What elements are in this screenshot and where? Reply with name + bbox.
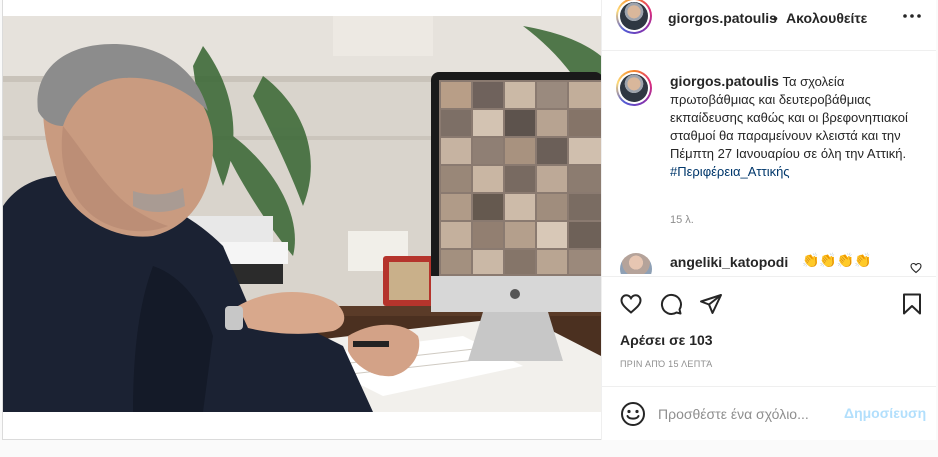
commenter-username[interactable]: angeliki_katopodi bbox=[670, 254, 788, 270]
heart-icon[interactable] bbox=[618, 291, 644, 317]
post-side-panel: giorgos.patoulis • Ακολουθείτε giorgos.p… bbox=[601, 0, 936, 440]
caption-author-avatar[interactable] bbox=[616, 70, 652, 106]
commenter-avatar[interactable] bbox=[620, 253, 652, 274]
caption-author-username[interactable]: giorgos.patoulis bbox=[670, 73, 779, 89]
bookmark-icon[interactable] bbox=[899, 291, 925, 317]
post-timestamp[interactable]: ΠΡΙΝ ΑΠΌ 15 ΛΕΠΤΆ bbox=[620, 359, 713, 369]
likes-count[interactable]: Αρέσει σε 103 bbox=[620, 332, 713, 348]
caption-hashtag[interactable]: #Περιφέρεια_Αττικής bbox=[670, 164, 790, 179]
comment-icon[interactable] bbox=[658, 291, 684, 317]
comment-text: 👏👏👏👏 bbox=[802, 252, 872, 268]
caption-age: 15 λ. bbox=[670, 214, 694, 226]
post-header: giorgos.patoulis • Ακολουθείτε bbox=[602, 0, 936, 51]
post-photo[interactable] bbox=[3, 16, 601, 412]
add-comment-bar: Δημοσίευση bbox=[602, 386, 936, 441]
emoji-icon[interactable] bbox=[620, 401, 646, 427]
following-button[interactable]: Ακολουθείτε bbox=[786, 10, 867, 26]
caption-body: giorgos.patoulis Τα σχολεία πρωτοβάθμιας… bbox=[670, 72, 920, 181]
comment-input[interactable] bbox=[658, 405, 838, 423]
more-options-icon[interactable] bbox=[900, 4, 924, 34]
action-bar: Αρέσει σε 103 ΠΡΙΝ ΑΠΌ 15 ΛΕΠΤΆ bbox=[602, 276, 936, 387]
comment-like-icon[interactable] bbox=[910, 262, 922, 277]
separator-dot: • bbox=[773, 10, 778, 26]
publish-button[interactable]: Δημοσίευση bbox=[844, 405, 926, 421]
comment-item: angeliki_katopodi 👏👏👏👏 bbox=[616, 250, 926, 274]
author-username[interactable]: giorgos.patoulis bbox=[668, 10, 777, 26]
author-avatar[interactable] bbox=[616, 0, 652, 34]
post-card: giorgos.patoulis • Ακολουθείτε giorgos.p… bbox=[2, 0, 936, 440]
share-icon[interactable] bbox=[698, 291, 724, 317]
